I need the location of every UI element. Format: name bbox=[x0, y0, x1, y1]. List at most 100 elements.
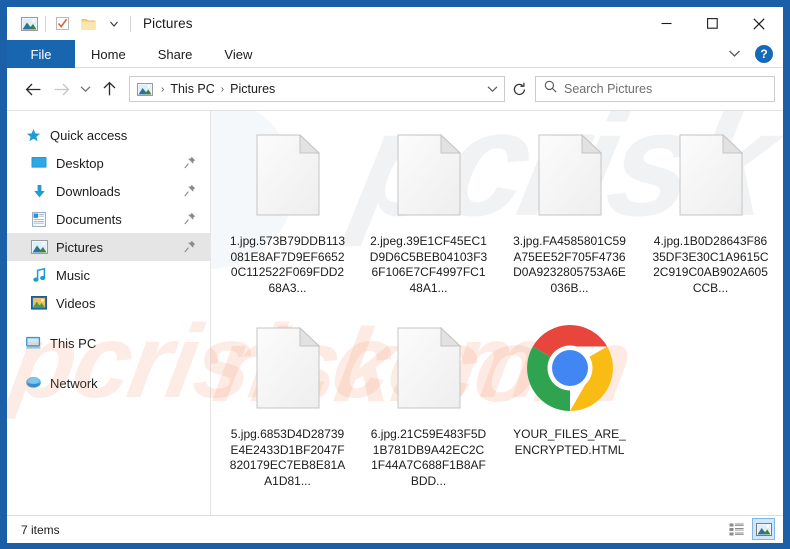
recent-locations-button[interactable] bbox=[75, 75, 95, 103]
view-mode-buttons bbox=[725, 518, 775, 540]
title-bar: Pictures bbox=[7, 7, 783, 40]
desktop-backdrop: Pictures File Home Share View ? bbox=[0, 0, 790, 549]
file-name-label: 1.jpg.573B79DDB113081E8AF7D9EF66520C1125… bbox=[229, 234, 347, 296]
quick-access-toolbar bbox=[16, 13, 134, 35]
sidebar-item-label: Network bbox=[50, 376, 98, 391]
blank-file-icon bbox=[240, 316, 336, 420]
sidebar-item-videos[interactable]: Videos bbox=[7, 289, 210, 317]
close-button[interactable] bbox=[735, 7, 783, 40]
this-pc-icon bbox=[23, 336, 43, 351]
file-tile[interactable]: 4.jpg.1B0D28643F8635DF3E30C1A9615C2C919C… bbox=[640, 117, 781, 310]
navigation-pane: pcrisk.com Quick access Desktop bbox=[7, 111, 210, 515]
back-button[interactable] bbox=[19, 75, 47, 103]
blank-file-icon bbox=[240, 123, 336, 227]
toolbar-divider-2 bbox=[130, 16, 131, 32]
breadcrumb-item-this-pc[interactable]: This PC bbox=[167, 82, 217, 96]
file-tile[interactable]: YOUR_FILES_ARE_ENCRYPTED.HTML bbox=[499, 310, 640, 503]
blank-file-icon bbox=[522, 123, 618, 227]
item-count-label: 7 items bbox=[21, 523, 60, 537]
pin-icon[interactable] bbox=[184, 184, 196, 200]
sidebar-item-quick-access[interactable]: Quick access bbox=[7, 121, 210, 149]
sidebar-item-music[interactable]: Music bbox=[7, 261, 210, 289]
file-tile[interactable]: 2.jpeg.39E1CF45EC1D9D6C5BEB04103F36F106E… bbox=[358, 117, 499, 310]
details-view-icon[interactable] bbox=[725, 518, 748, 540]
ribbon-tab-bar: File Home Share View ? bbox=[7, 40, 783, 68]
pin-icon[interactable] bbox=[184, 212, 196, 228]
breadcrumb-dropdown-icon[interactable] bbox=[487, 77, 498, 101]
breadcrumb[interactable]: › This PC › Pictures bbox=[129, 76, 505, 102]
sidebar-item-label: This PC bbox=[50, 336, 96, 351]
breadcrumb-separator-0: › bbox=[158, 84, 167, 95]
breadcrumb-item-pictures[interactable]: Pictures bbox=[227, 82, 278, 96]
file-explorer-window: Pictures File Home Share View ? bbox=[7, 7, 783, 543]
file-tile[interactable]: 5.jpg.6853D4D28739E4E2433D1BF2047F820179… bbox=[217, 310, 358, 503]
refresh-button[interactable] bbox=[505, 76, 533, 102]
google-chrome-icon bbox=[522, 316, 618, 420]
sidebar-item-label: Quick access bbox=[50, 128, 127, 143]
customize-chevron-icon[interactable] bbox=[101, 13, 127, 35]
file-name-label: 2.jpeg.39E1CF45EC1D9D6C5BEB04103F36F106E… bbox=[370, 234, 488, 296]
sidebar-item-documents[interactable]: Documents bbox=[7, 205, 210, 233]
address-bar: › This PC › Pictures Search Pictures bbox=[7, 68, 783, 110]
search-icon bbox=[544, 80, 557, 98]
help-button[interactable]: ? bbox=[755, 45, 773, 63]
tab-file[interactable]: File bbox=[7, 40, 75, 68]
documents-icon bbox=[29, 212, 49, 227]
sidebar-gap-1 bbox=[7, 317, 210, 329]
tab-home[interactable]: Home bbox=[75, 40, 142, 68]
file-name-label: 4.jpg.1B0D28643F8635DF3E30C1A9615C2C919C… bbox=[652, 234, 770, 296]
sidebar-item-desktop[interactable]: Desktop bbox=[7, 149, 210, 177]
sidebar-item-label: Music bbox=[56, 268, 90, 283]
sidebar-item-label: Documents bbox=[56, 212, 122, 227]
properties-checkbox-icon[interactable] bbox=[49, 13, 75, 35]
status-bar: 7 items bbox=[7, 515, 783, 543]
network-icon bbox=[23, 376, 43, 390]
ribbon-right-controls: ? bbox=[722, 40, 777, 68]
download-icon bbox=[29, 184, 49, 199]
minimize-button[interactable] bbox=[643, 7, 689, 40]
maximize-button[interactable] bbox=[689, 7, 735, 40]
up-button[interactable] bbox=[95, 75, 123, 103]
file-name-label: 5.jpg.6853D4D28739E4E2433D1BF2047F820179… bbox=[229, 427, 347, 489]
explorer-body: pcrisk.com Quick access Desktop bbox=[7, 110, 783, 515]
search-input[interactable]: Search Pictures bbox=[535, 76, 775, 102]
pictures-icon bbox=[29, 240, 49, 254]
sidebar-gap-2 bbox=[7, 357, 210, 369]
pictures-folder-icon-small bbox=[137, 83, 153, 96]
pin-icon[interactable] bbox=[184, 156, 196, 172]
blank-file-icon bbox=[381, 123, 477, 227]
window-title: Pictures bbox=[143, 16, 193, 31]
file-name-label: 3.jpg.FA4585801C59A75EE52F705F4736D0A923… bbox=[511, 234, 629, 296]
sidebar-item-this-pc[interactable]: This PC bbox=[7, 329, 210, 357]
tab-share[interactable]: Share bbox=[142, 40, 209, 68]
large-icons-view-icon[interactable] bbox=[752, 518, 775, 540]
music-note-icon bbox=[29, 268, 49, 283]
blank-file-icon bbox=[663, 123, 759, 227]
sidebar-item-label: Videos bbox=[56, 296, 96, 311]
chevron-down-icon[interactable] bbox=[722, 47, 747, 61]
videos-icon bbox=[29, 296, 49, 310]
desktop-icon bbox=[29, 156, 49, 170]
forward-button[interactable] bbox=[47, 75, 75, 103]
sidebar-item-label: Pictures bbox=[56, 240, 103, 255]
sidebar-item-network[interactable]: Network bbox=[7, 369, 210, 397]
file-name-label: YOUR_FILES_ARE_ENCRYPTED.HTML bbox=[511, 427, 629, 458]
file-tile[interactable]: 1.jpg.573B79DDB113081E8AF7D9EF66520C1125… bbox=[217, 117, 358, 310]
toolbar-divider bbox=[45, 16, 46, 32]
window-controls bbox=[643, 7, 783, 40]
pin-icon[interactable] bbox=[184, 240, 196, 256]
sidebar-item-label: Desktop bbox=[56, 156, 104, 171]
new-folder-icon[interactable] bbox=[75, 13, 101, 35]
search-placeholder: Search Pictures bbox=[564, 82, 652, 96]
sidebar-item-pictures[interactable]: Pictures bbox=[7, 233, 210, 261]
sidebar-item-downloads[interactable]: Downloads bbox=[7, 177, 210, 205]
pictures-folder-icon[interactable] bbox=[16, 13, 42, 35]
file-tile[interactable]: 3.jpg.FA4585801C59A75EE52F705F4736D0A923… bbox=[499, 117, 640, 310]
breadcrumb-separator-1: › bbox=[218, 84, 227, 95]
blank-file-icon bbox=[381, 316, 477, 420]
file-list-view[interactable]: pcrisk pcrisk.com 1.jpg.573B79DDB113081E… bbox=[210, 111, 783, 515]
star-icon bbox=[23, 128, 43, 143]
file-grid: 1.jpg.573B79DDB113081E8AF7D9EF66520C1125… bbox=[211, 111, 783, 503]
file-tile[interactable]: 6.jpg.21C59E483F5D1B781DB9A42EC2C1F44A7C… bbox=[358, 310, 499, 503]
tab-view[interactable]: View bbox=[208, 40, 268, 68]
